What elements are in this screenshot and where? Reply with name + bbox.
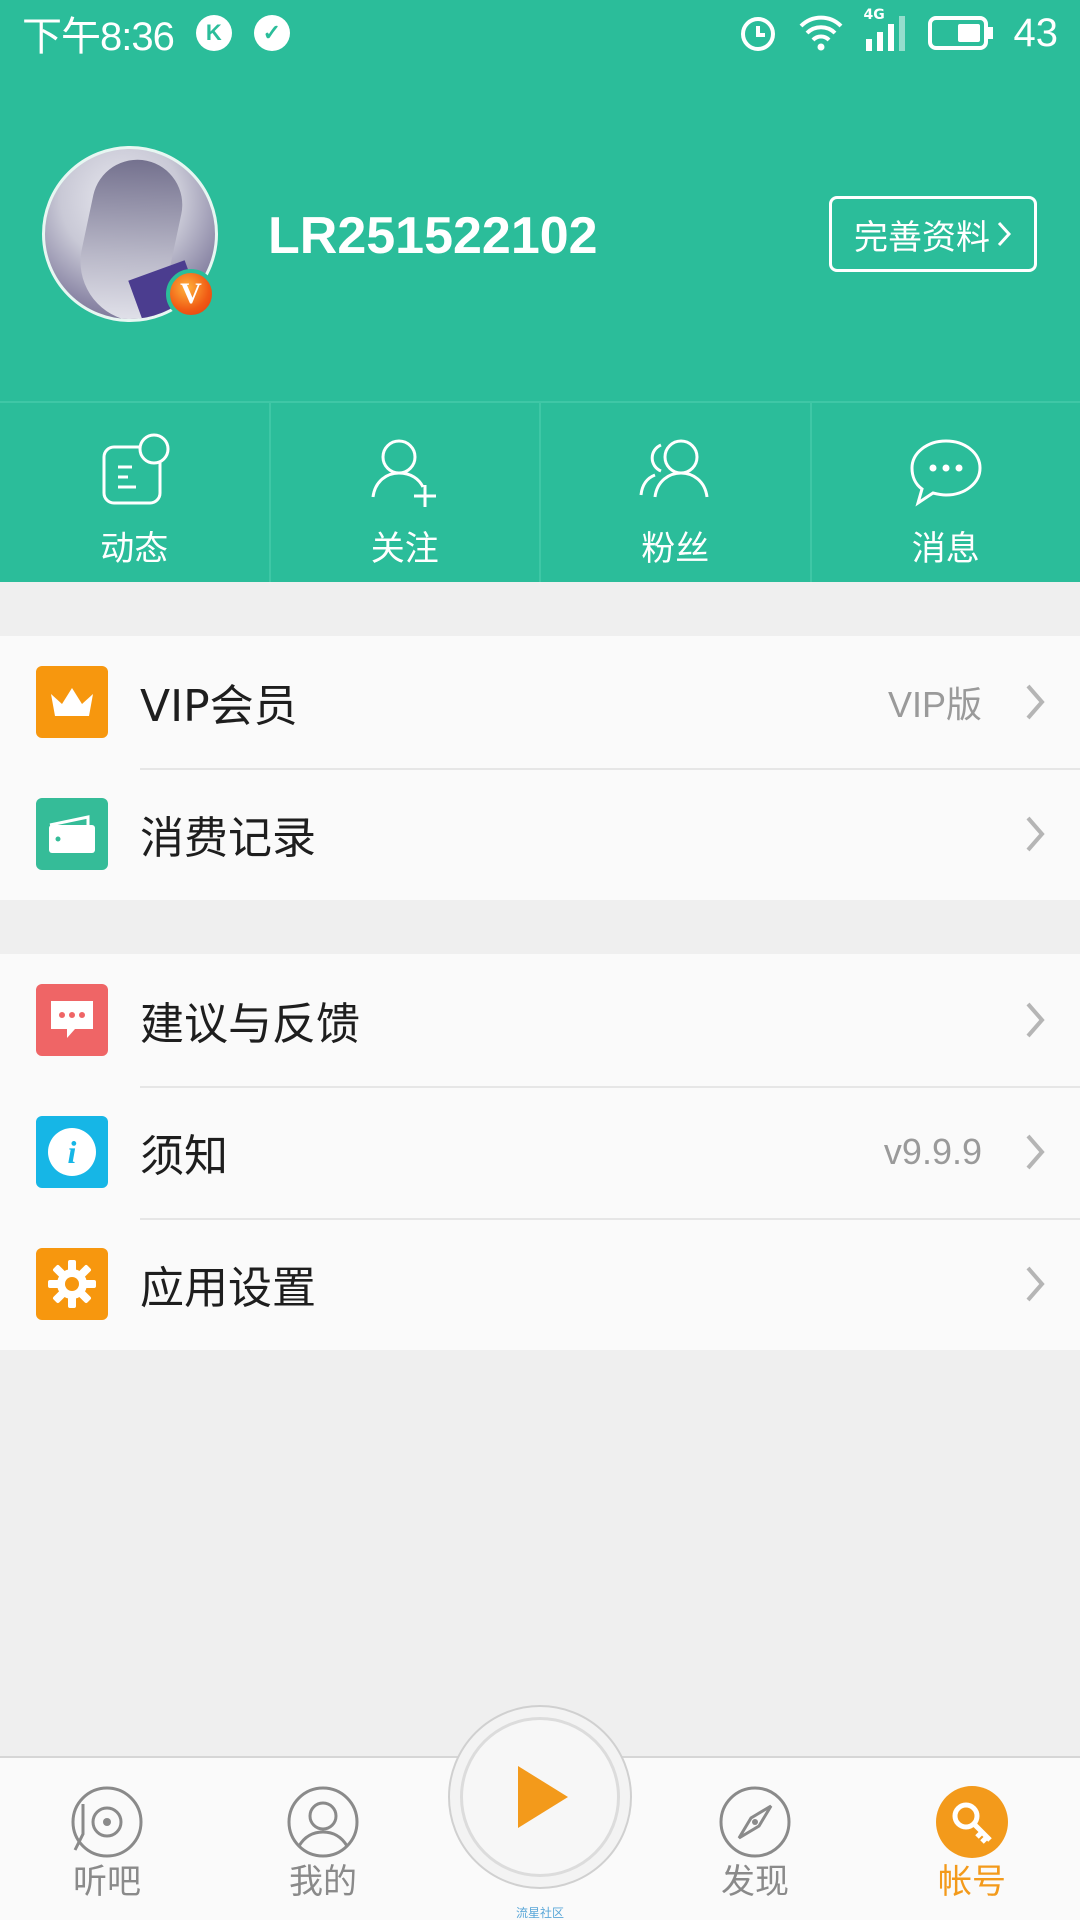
status-bar: 下午8:36 K ✓ 4G 43 xyxy=(0,0,1080,66)
action-feed-label: 动态 xyxy=(100,529,169,569)
vip-badge: V xyxy=(166,269,216,319)
nav-mine[interactable]: 我的 xyxy=(243,1758,403,1920)
battery-level: 43 xyxy=(1013,10,1059,55)
nav-mine-label: 我的 xyxy=(289,1862,357,1902)
menu-item-purchases[interactable]: 消费记录 xyxy=(0,768,1080,900)
menu-item-feedback[interactable]: 建议与反馈 xyxy=(0,954,1080,1086)
action-fans[interactable]: 粉丝 xyxy=(541,403,812,582)
vinyl-record-icon xyxy=(71,1786,143,1858)
k-app-icon: K xyxy=(195,15,232,51)
feedback-icon xyxy=(36,984,108,1056)
check-circle-icon: ✓ xyxy=(253,15,290,51)
complete-profile-button[interactable]: 完善资料 xyxy=(829,196,1037,272)
crown-icon xyxy=(36,666,108,738)
svg-text:i: i xyxy=(68,1134,77,1170)
compass-icon xyxy=(719,1786,791,1858)
nav-listen[interactable]: 听吧 xyxy=(27,1758,187,1920)
gear-icon xyxy=(36,1248,108,1320)
play-caption: 流星社区 xyxy=(515,1906,564,1920)
menu-group-account: VIP会员 VIP版 消费记录 xyxy=(0,636,1080,900)
action-following[interactable]: 关注 xyxy=(271,403,541,582)
menu-item-settings[interactable]: 应用设置 xyxy=(0,1218,1080,1350)
battery-icon xyxy=(927,16,993,50)
quick-actions: 动态 关注 粉丝 消息 xyxy=(0,401,1080,582)
menu-item-notice-label: 须知 xyxy=(140,1131,228,1182)
menu-item-notice[interactable]: i 须知 v9.9.9 xyxy=(0,1086,1080,1218)
menu-group-app: 建议与反馈 i 须知 v9.9.9 应用设置 xyxy=(0,954,1080,1350)
action-messages[interactable]: 消息 xyxy=(812,403,1080,582)
nav-discover[interactable]: 发现 xyxy=(675,1758,835,1920)
alarm-icon xyxy=(740,17,775,51)
menu-item-settings-label: 应用设置 xyxy=(140,1263,316,1314)
info-icon: i xyxy=(36,1116,108,1188)
chat-bubble-icon xyxy=(910,439,982,507)
nav-discover-label: 发现 xyxy=(721,1862,789,1902)
play-button[interactable] xyxy=(448,1705,632,1889)
feed-icon xyxy=(102,433,170,505)
users-icon xyxy=(639,439,709,498)
chevron-right-icon xyxy=(1026,1002,1045,1038)
menu-item-feedback-label: 建议与反馈 xyxy=(140,999,360,1050)
nav-account-label: 帐号 xyxy=(938,1862,1006,1902)
action-feed[interactable]: 动态 xyxy=(0,403,271,582)
nav-account[interactable]: 帐号 xyxy=(892,1758,1052,1920)
menu-item-purchases-label: 消费记录 xyxy=(140,813,316,864)
add-user-icon xyxy=(371,439,436,507)
chevron-right-icon xyxy=(1026,1266,1045,1302)
user-icon xyxy=(287,1786,359,1858)
wallet-icon xyxy=(36,798,108,870)
key-icon xyxy=(936,1786,1008,1858)
nav-listen-label: 听吧 xyxy=(73,1862,141,1902)
profile-header: V LR251522102 完善资料 xyxy=(0,66,1080,401)
wifi-icon xyxy=(799,15,842,51)
menu-item-vip[interactable]: VIP会员 VIP版 xyxy=(0,636,1080,768)
menu-item-vip-value: VIP版 xyxy=(887,684,982,725)
complete-profile-label: 完善资料 xyxy=(854,217,990,258)
cell-signal-icon: 4G xyxy=(864,7,908,53)
menu-item-vip-label: VIP会员 xyxy=(140,681,298,732)
username: LR251522102 xyxy=(268,207,598,265)
chevron-right-icon xyxy=(1026,816,1045,852)
chevron-right-icon xyxy=(997,221,1012,247)
chevron-right-icon xyxy=(1026,684,1045,720)
network-type: 4G xyxy=(863,7,885,23)
play-icon xyxy=(518,1766,568,1828)
chevron-right-icon xyxy=(1026,1134,1045,1170)
status-time: 下午8:36 xyxy=(22,15,175,59)
action-messages-label: 消息 xyxy=(911,529,980,569)
action-fans-label: 粉丝 xyxy=(641,529,710,569)
app-version: v9.9.9 xyxy=(883,1131,982,1172)
action-following-label: 关注 xyxy=(370,529,439,569)
